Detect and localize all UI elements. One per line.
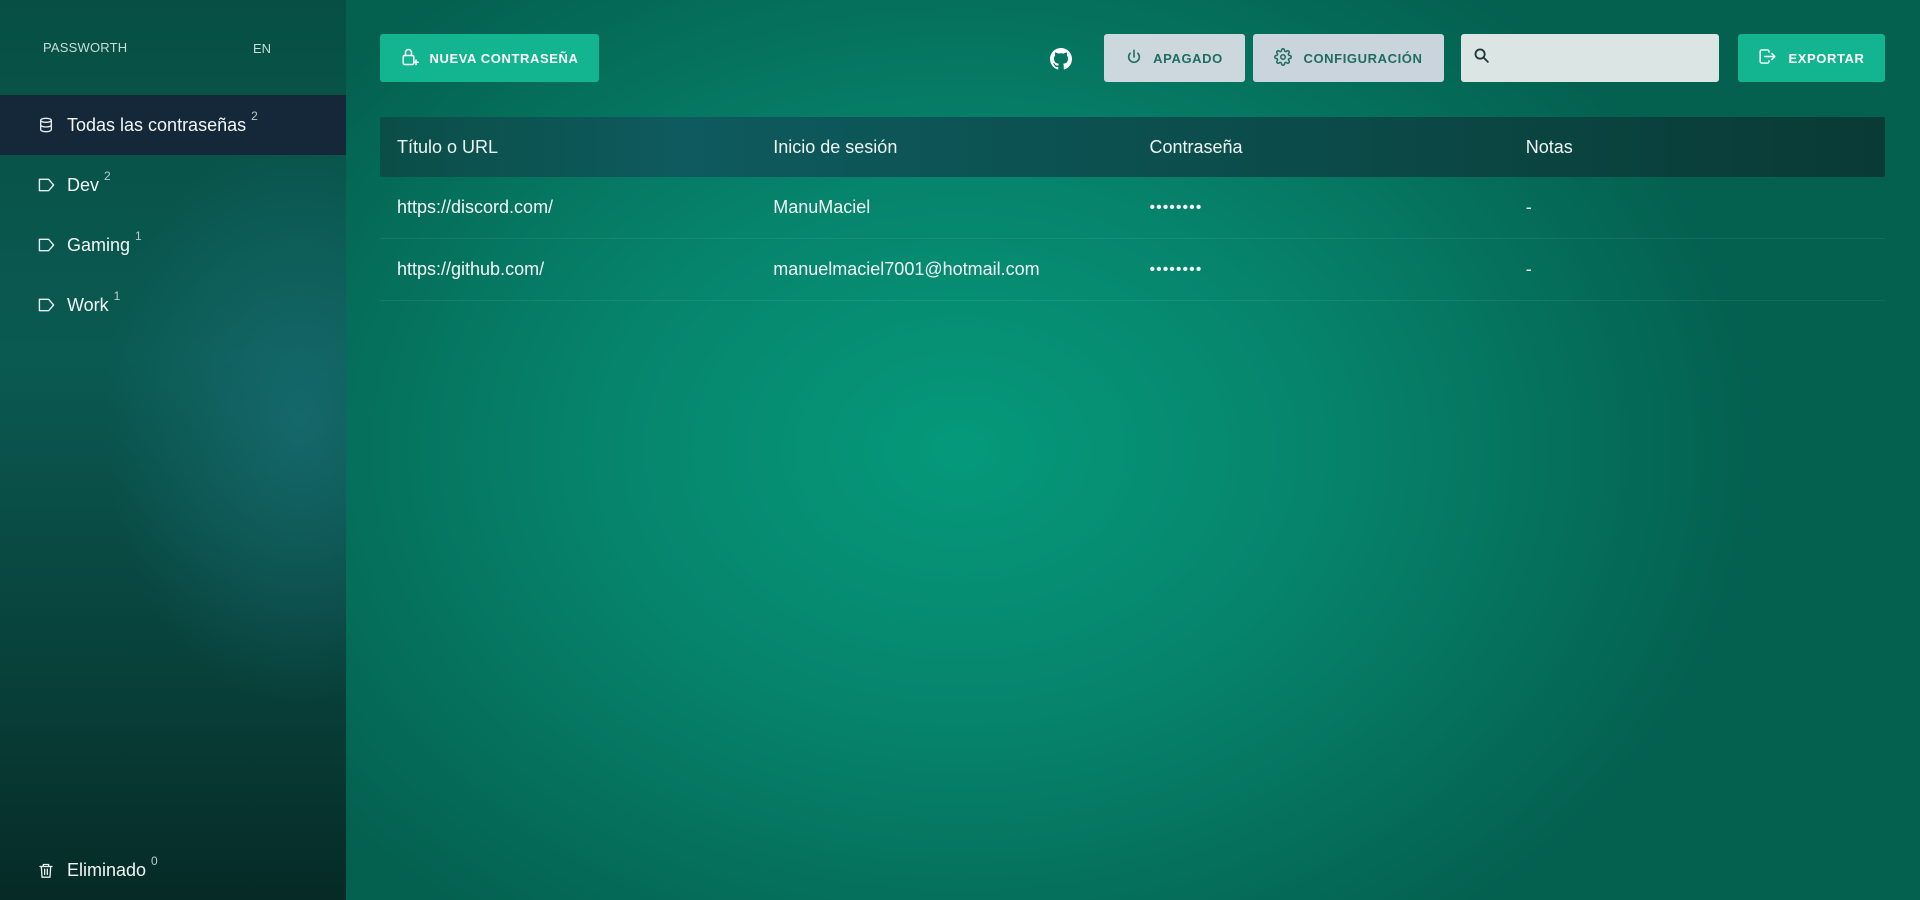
- github-icon[interactable]: [1050, 48, 1072, 70]
- cell-title[interactable]: https://github.com/: [380, 259, 756, 280]
- tag-icon: [38, 177, 55, 193]
- sidebar-item-count: 2: [251, 109, 258, 123]
- table-row[interactable]: https://discord.com/ ManuMaciel ••••••••…: [380, 177, 1885, 239]
- search-icon: [1473, 47, 1490, 69]
- lock-plus-icon: [401, 47, 430, 70]
- new-password-label: NUEVA CONTRASEÑA: [429, 50, 579, 66]
- export-button[interactable]: EXPORTAR: [1738, 34, 1885, 82]
- new-password-button[interactable]: NUEVA CONTRASEÑA: [380, 34, 599, 82]
- language-switch[interactable]: EN: [253, 41, 271, 56]
- sidebar-item-gaming[interactable]: Gaming 1: [0, 215, 346, 275]
- table-row[interactable]: https://github.com/ manuelmaciel7001@hot…: [380, 239, 1885, 301]
- sidebar-item-dev[interactable]: Dev 2: [0, 155, 346, 215]
- search-input[interactable]: [1500, 43, 1710, 73]
- column-header-login[interactable]: Inicio de sesión: [756, 137, 1132, 158]
- cell-login[interactable]: manuelmaciel7001@hotmail.com: [756, 259, 1132, 280]
- sidebar-item-work[interactable]: Work 1: [0, 275, 346, 335]
- cell-notes: -: [1525, 259, 1532, 279]
- sidebar-item-label: Work: [67, 294, 109, 315]
- sidebar-item-label: Gaming: [67, 234, 131, 255]
- column-header-notes[interactable]: Notas: [1509, 137, 1885, 158]
- sidebar-item-label: Dev: [67, 174, 100, 195]
- column-header-password[interactable]: Contraseña: [1133, 137, 1509, 158]
- search-box: [1461, 34, 1719, 82]
- sidebar-item-count: 0: [151, 854, 158, 868]
- sidebar-item-label: Eliminado: [67, 859, 147, 880]
- tag-icon: [38, 237, 55, 253]
- sidebar: PASSWORTH EN Todas las contraseñas 2 Dev…: [0, 0, 346, 900]
- tag-icon: [38, 297, 55, 313]
- cell-notes: -: [1525, 197, 1532, 217]
- sidebar-item-count: 1: [113, 289, 121, 303]
- cell-password[interactable]: ••••••••: [1133, 261, 1509, 279]
- export-label: EXPORTAR: [1788, 50, 1865, 66]
- settings-button[interactable]: CONFIGURACIÓN: [1253, 34, 1444, 82]
- passwords-table: Título o URL Inicio de sesión Contraseña…: [380, 117, 1885, 301]
- table-header: Título o URL Inicio de sesión Contraseña…: [380, 117, 1885, 177]
- sidebar-item-deleted[interactable]: Eliminado 0: [0, 840, 346, 900]
- app-brand: PASSWORTH: [43, 40, 128, 55]
- cell-password[interactable]: ••••••••: [1133, 199, 1509, 217]
- sidebar-nav: Todas las contraseñas 2 Dev 2 Gaming 1 W…: [0, 95, 346, 335]
- export-icon: [1758, 48, 1788, 68]
- power-label: APAGADO: [1153, 50, 1223, 66]
- column-header-title[interactable]: Título o URL: [380, 137, 756, 158]
- sidebar-item-label: Todas las contraseñas: [67, 114, 247, 135]
- sidebar-item-count: 2: [104, 169, 111, 183]
- sidebar-item-count: 1: [135, 229, 142, 243]
- settings-label: CONFIGURACIÓN: [1303, 50, 1423, 66]
- cell-title[interactable]: https://discord.com/: [380, 197, 756, 218]
- power-icon: [1126, 49, 1153, 68]
- sidebar-item-all-passwords[interactable]: Todas las contraseñas 2: [0, 95, 346, 155]
- gear-icon: [1274, 47, 1303, 69]
- trash-icon: [38, 862, 54, 878]
- cell-login[interactable]: ManuMaciel: [756, 197, 1132, 218]
- database-icon: [38, 117, 54, 133]
- power-toggle-button[interactable]: APAGADO: [1104, 34, 1245, 82]
